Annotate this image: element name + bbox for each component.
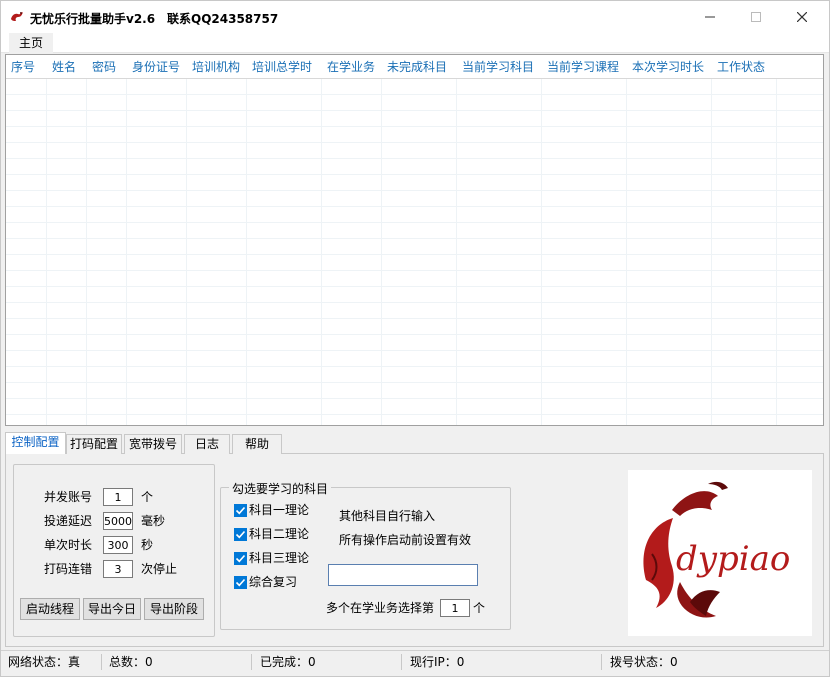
delay-input[interactable]: [103, 512, 133, 530]
grid-column-line: [626, 79, 627, 425]
start-threads-button[interactable]: 启动线程: [20, 598, 80, 620]
account-grid[interactable]: 序号 姓名 密码 身份证号 培训机构 培训总学时 在学业务 未完成科目 当前学习…: [5, 54, 824, 426]
col-header-current-subject[interactable]: 当前学习科目: [462, 55, 534, 79]
col-header-id-number[interactable]: 身份证号: [132, 55, 180, 79]
subject-label: 科目一理论: [249, 503, 310, 517]
grid-column-line: [186, 79, 187, 425]
current-ip: 现行IP：0: [410, 655, 465, 669]
close-icon: [797, 12, 807, 22]
maximize-button[interactable]: [733, 1, 779, 33]
other-subject-hint: 其他科目自行输入: [339, 509, 436, 523]
window-title: 无忧乐行批量助手v2.6: [30, 12, 156, 26]
contact-info: 联系QQ24358757: [167, 12, 279, 26]
checkbox-checked-icon: [234, 503, 247, 517]
status-divider: [251, 654, 252, 670]
maximize-icon: [751, 12, 761, 22]
col-header-current-course[interactable]: 当前学习课程: [547, 55, 619, 79]
subject-label: 综合复习: [249, 575, 298, 589]
delay-label: 投递延迟: [44, 514, 93, 528]
logo-text: dypiao: [676, 539, 790, 579]
subject-label: 科目三理论: [249, 551, 310, 565]
multi-business-label: 多个在学业务选择第: [326, 601, 435, 615]
tab-captcha-config[interactable]: 打码配置: [66, 434, 122, 454]
concurrent-label: 并发账号: [44, 490, 93, 504]
network-status: 网络状态：真: [8, 655, 81, 669]
control-config-panel: 并发账号 个 投递延迟 毫秒 单次时长 秒 打码连错 次停止 启动线程 导出今日…: [5, 454, 824, 647]
other-subject-input[interactable]: [328, 564, 478, 586]
col-header-name[interactable]: 姓名: [52, 55, 76, 79]
subject-checkbox-2[interactable]: 科目二理论: [234, 526, 309, 542]
tab-control-config[interactable]: 控制配置: [5, 432, 66, 455]
subject-checkbox-3[interactable]: 科目三理论: [234, 550, 309, 566]
status-divider: [101, 654, 102, 670]
minimize-button[interactable]: [687, 1, 733, 33]
minimize-icon: [705, 16, 715, 18]
concurrent-input[interactable]: [103, 488, 133, 506]
grid-header: 序号 姓名 密码 身份证号 培训机构 培训总学时 在学业务 未完成科目 当前学习…: [6, 55, 823, 79]
tab-strip: 控制配置 打码配置 宽带拨号 日志 帮助: [5, 432, 824, 455]
col-header-business[interactable]: 在学业务: [327, 55, 375, 79]
col-header-institution[interactable]: 培训机构: [192, 55, 240, 79]
captcha-error-input[interactable]: [103, 560, 133, 578]
subject-checkbox-4[interactable]: 综合复习: [234, 574, 297, 590]
checkbox-checked-icon: [234, 575, 247, 589]
col-header-total-hours[interactable]: 培训总学时: [252, 55, 312, 79]
duration-unit: 秒: [141, 538, 154, 552]
duration-input[interactable]: [103, 536, 133, 554]
subjects-group: 勾选要学习的科目 科目一理论 科目二理论 科目三理论 综合复习 其他科目自行输入…: [220, 480, 511, 630]
grid-column-line: [321, 79, 322, 425]
export-stage-button[interactable]: 导出阶段: [144, 598, 204, 620]
export-today-button[interactable]: 导出今日: [83, 598, 141, 620]
multi-business-unit: 个: [473, 601, 486, 615]
tab-broadband-dial[interactable]: 宽带拨号: [124, 434, 182, 454]
dypiao-logo: dypiao: [628, 470, 812, 636]
checkbox-checked-icon: [234, 551, 247, 565]
col-header-index[interactable]: 序号: [11, 55, 35, 79]
col-header-unfinished[interactable]: 未完成科目: [387, 55, 447, 79]
dragon-logo-icon: dypiao: [643, 481, 790, 618]
settings-hint: 所有操作启动前设置有效: [339, 533, 472, 547]
grid-column-line: [246, 79, 247, 425]
completed-count: 已完成：0: [260, 655, 316, 669]
grid-column-line: [776, 79, 777, 425]
captcha-error-unit: 次停止: [141, 562, 178, 576]
title-bar[interactable]: 无忧乐行批量助手v2.6 联系QQ24358757: [1, 1, 829, 33]
delay-unit: 毫秒: [141, 514, 166, 528]
status-divider: [401, 654, 402, 670]
col-header-study-duration[interactable]: 本次学习时长: [632, 55, 704, 79]
total-count: 总数：0: [109, 655, 153, 669]
subject-label: 科目二理论: [249, 527, 310, 541]
tab-log[interactable]: 日志: [184, 434, 230, 454]
app-window: 无忧乐行批量助手v2.6 联系QQ24358757 主页 序号 姓名 密码 身份…: [0, 0, 830, 677]
status-bar: 网络状态：真 总数：0 已完成：0 现行IP：0 拨号状态：0: [1, 650, 829, 676]
grid-column-line: [711, 79, 712, 425]
multi-business-input[interactable]: [440, 599, 470, 617]
menu-home[interactable]: 主页: [9, 33, 54, 53]
grid-body[interactable]: [6, 79, 823, 425]
dial-status: 拨号状态：0: [610, 655, 678, 669]
close-button[interactable]: [779, 1, 825, 33]
grid-column-line: [456, 79, 457, 425]
grid-column-line: [126, 79, 127, 425]
tab-help[interactable]: 帮助: [232, 434, 282, 454]
control-group: 并发账号 个 投递延迟 毫秒 单次时长 秒 打码连错 次停止 启动线程 导出今日…: [13, 464, 215, 637]
grid-column-line: [381, 79, 382, 425]
status-divider: [601, 654, 602, 670]
subjects-group-title: 勾选要学习的科目: [229, 480, 332, 497]
subject-checkbox-1[interactable]: 科目一理论: [234, 502, 309, 518]
captcha-error-label: 打码连错: [44, 562, 93, 576]
grid-column-line: [86, 79, 87, 425]
concurrent-unit: 个: [141, 490, 154, 504]
checkbox-checked-icon: [234, 527, 247, 541]
col-header-password[interactable]: 密码: [92, 55, 116, 79]
grid-column-line: [46, 79, 47, 425]
duration-label: 单次时长: [44, 538, 93, 552]
col-header-work-status[interactable]: 工作状态: [717, 55, 765, 79]
dragon-app-icon: [11, 12, 23, 21]
grid-column-line: [541, 79, 542, 425]
menu-bar: 主页: [1, 33, 829, 53]
